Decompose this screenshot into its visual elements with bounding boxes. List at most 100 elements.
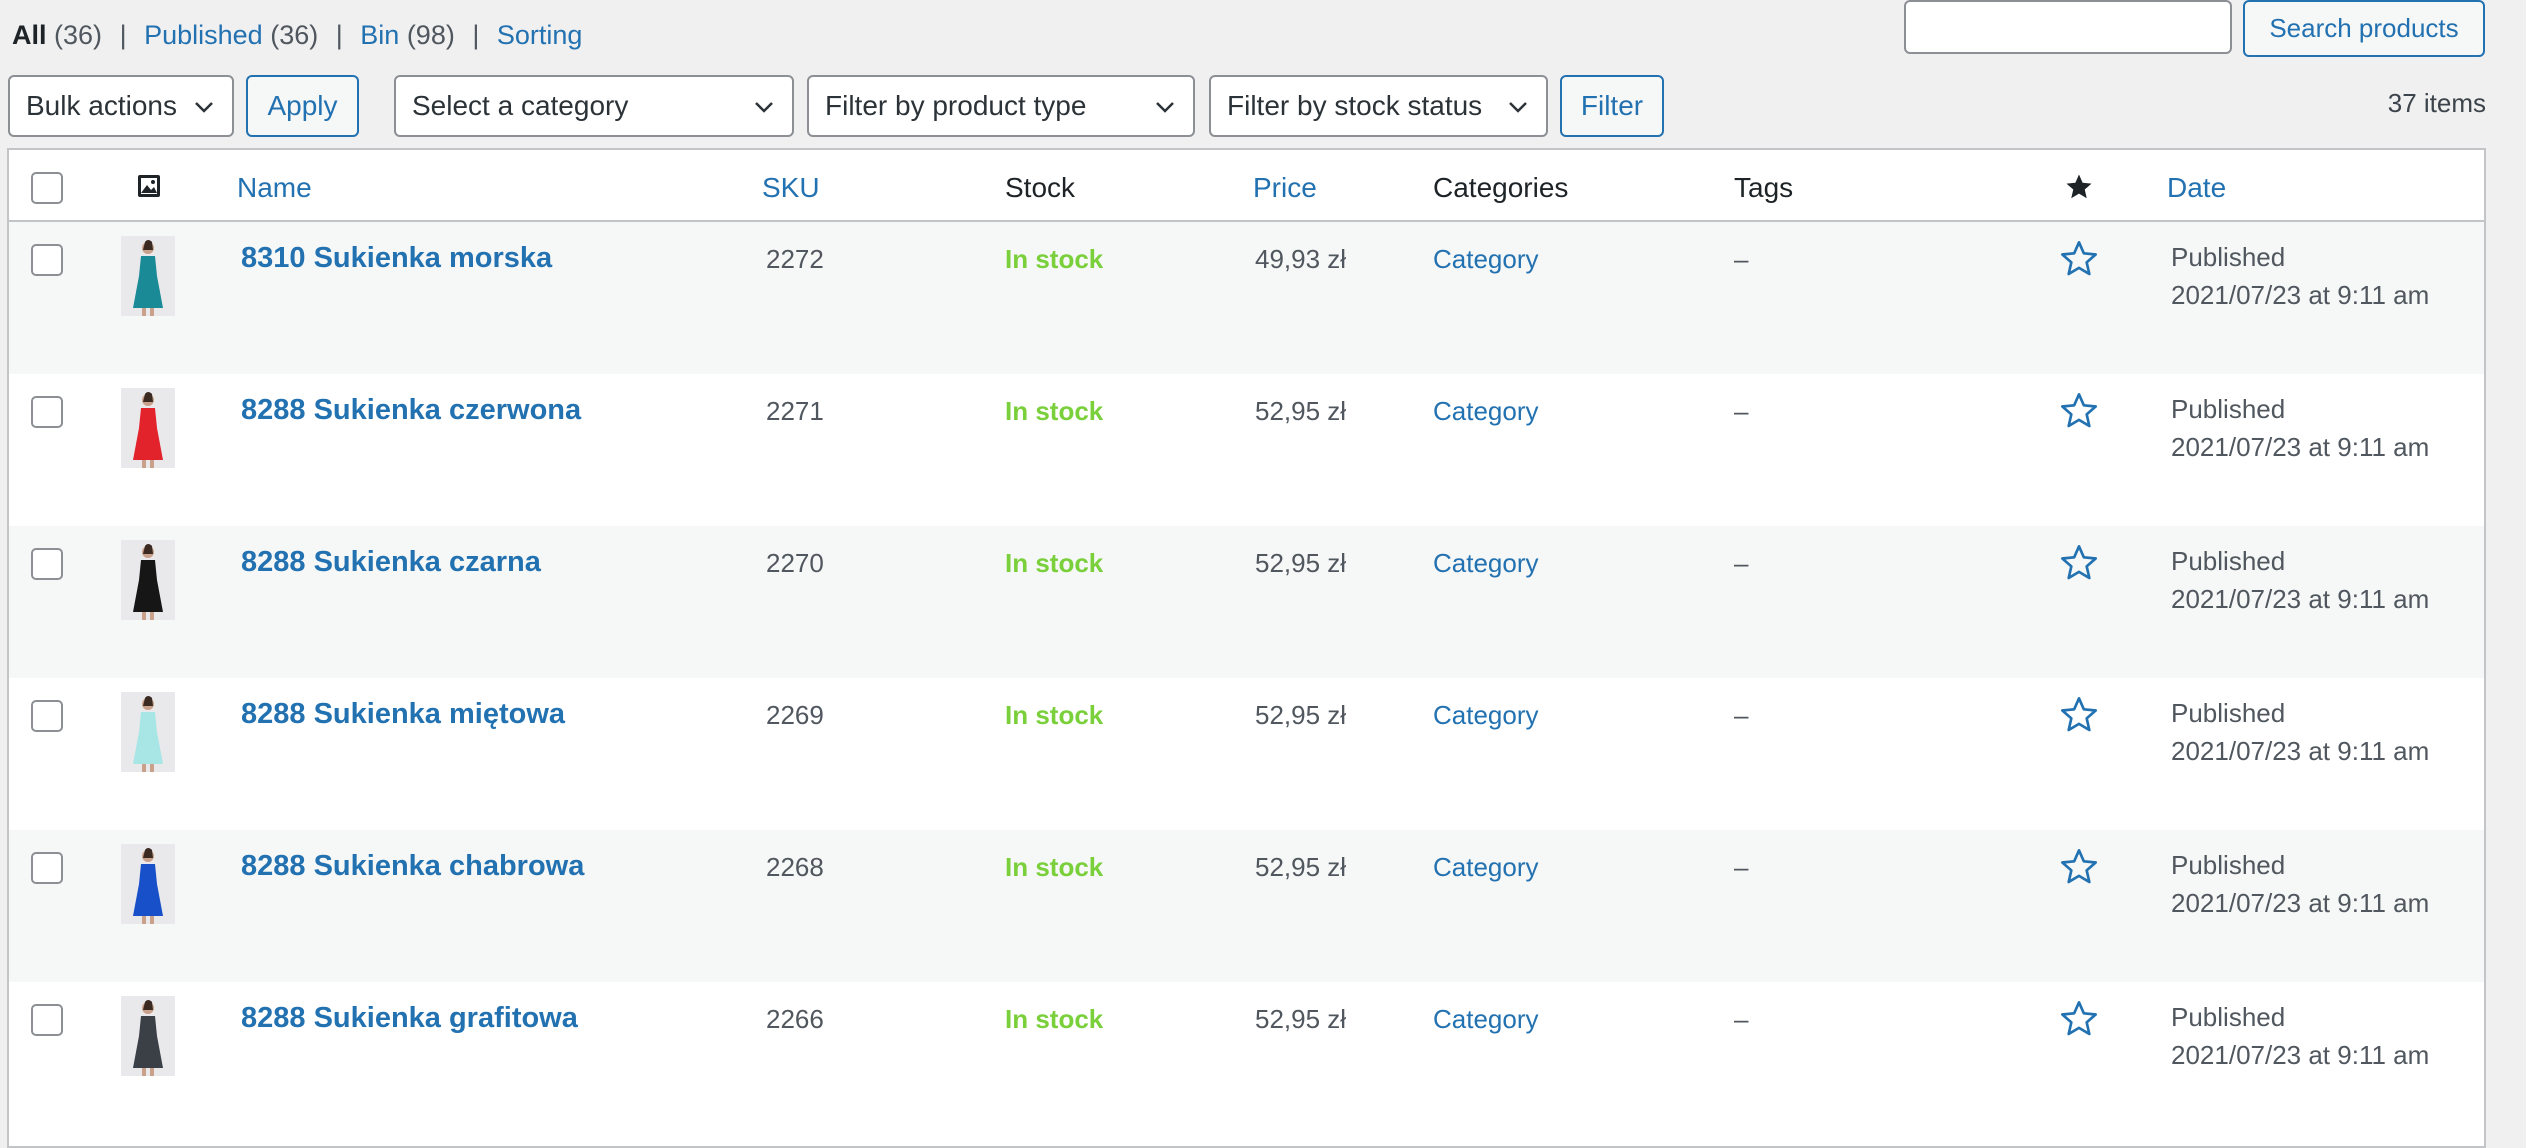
publish-date: 2021/07/23 at 9:11 am — [2171, 280, 2430, 310]
table-row: 8288 Sukienka czerwona 2271 In stock 52,… — [9, 374, 2484, 526]
category-link[interactable]: Category — [1433, 1004, 1539, 1035]
category-select[interactable]: Select a category — [394, 75, 794, 137]
product-tags: – — [1734, 852, 1749, 882]
featured-star-icon[interactable] — [2059, 999, 2099, 1039]
bulk-actions-label: Bulk actions — [26, 90, 177, 121]
product-price: 52,95 zł — [1255, 396, 1347, 426]
products-table: Name SKU Stock Price Categories Tags Dat… — [7, 148, 2486, 1148]
column-price[interactable]: Price — [1253, 172, 1317, 204]
product-name-link[interactable]: 8288 Sukienka grafitowa — [241, 1002, 578, 1035]
publish-status: Published — [2171, 1002, 2286, 1032]
product-thumbnail[interactable] — [121, 692, 175, 772]
product-price: 49,93 zł — [1255, 244, 1347, 274]
sorting-link[interactable]: Sorting — [497, 20, 583, 50]
product-thumbnail[interactable] — [121, 844, 175, 924]
product-type-select[interactable]: Filter by product type — [807, 75, 1195, 137]
product-thumbnail[interactable] — [121, 996, 175, 1076]
product-tags: – — [1734, 548, 1749, 578]
stock-status: In stock — [1005, 1004, 1104, 1034]
column-categories: Categories — [1433, 172, 1569, 203]
publish-status: Published — [2171, 546, 2286, 576]
dress-image — [121, 388, 175, 468]
product-name-link[interactable]: 8288 Sukienka miętowa — [241, 698, 565, 731]
column-sku[interactable]: SKU — [762, 172, 820, 204]
product-thumbnail[interactable] — [121, 540, 175, 620]
table-header: Name SKU Stock Price Categories Tags Dat… — [9, 150, 2484, 222]
status-filter-links: All (36) | Published (36) | Bin (98) | S… — [12, 20, 582, 51]
table-row: 8310 Sukienka morska 2272 In stock 49,93… — [9, 222, 2484, 374]
product-name-link[interactable]: 8288 Sukienka czarna — [241, 546, 541, 579]
featured-star-icon[interactable] — [2059, 695, 2099, 735]
publish-status: Published — [2171, 394, 2286, 424]
column-tags: Tags — [1734, 172, 1794, 203]
publish-date: 2021/07/23 at 9:11 am — [2171, 888, 2430, 918]
category-link[interactable]: Category — [1433, 244, 1539, 275]
category-link[interactable]: Category — [1433, 852, 1539, 883]
row-checkbox[interactable] — [31, 548, 63, 580]
product-name-link[interactable]: 8288 Sukienka czerwona — [241, 394, 581, 427]
featured-star-icon[interactable] — [2064, 172, 2094, 202]
category-select-label: Select a category — [412, 90, 629, 121]
search-input[interactable] — [1904, 0, 2232, 54]
product-name-link[interactable]: 8310 Sukienka morska — [241, 242, 552, 275]
product-sku: 2266 — [766, 1004, 824, 1034]
search-products-button[interactable]: Search products — [2243, 0, 2485, 57]
featured-star-icon[interactable] — [2059, 847, 2099, 887]
category-link[interactable]: Category — [1433, 700, 1539, 731]
row-checkbox[interactable] — [31, 1004, 63, 1036]
category-link[interactable]: Category — [1433, 396, 1539, 427]
apply-button[interactable]: Apply — [246, 75, 359, 137]
product-sku: 2271 — [766, 396, 824, 426]
product-tags: – — [1734, 1004, 1749, 1034]
publish-status: Published — [2171, 698, 2286, 728]
separator: | — [119, 20, 127, 50]
featured-star-icon[interactable] — [2059, 391, 2099, 431]
chevron-down-icon — [1509, 102, 1527, 113]
publish-date: 2021/07/23 at 9:11 am — [2171, 584, 2430, 614]
product-date: Published 2021/07/23 at 9:11 am — [2171, 998, 2429, 1074]
column-stock: Stock — [1005, 172, 1076, 203]
dress-image — [121, 236, 175, 316]
category-link[interactable]: Category — [1433, 548, 1539, 579]
featured-star-icon[interactable] — [2059, 239, 2099, 279]
product-name-link[interactable]: 8288 Sukienka chabrowa — [241, 850, 584, 883]
stock-status: In stock — [1005, 396, 1104, 426]
status-published-link[interactable]: Published — [144, 20, 263, 50]
row-checkbox[interactable] — [31, 852, 63, 884]
product-type-select-label: Filter by product type — [825, 90, 1087, 121]
item-count: 37 items — [2387, 88, 2486, 118]
stock-status: In stock — [1005, 852, 1104, 882]
publish-date: 2021/07/23 at 9:11 am — [2171, 1040, 2430, 1070]
row-checkbox[interactable] — [31, 700, 63, 732]
chevron-down-icon — [755, 102, 773, 113]
image-icon — [138, 175, 160, 197]
table-row: 8288 Sukienka chabrowa 2268 In stock 52,… — [9, 830, 2484, 982]
product-sku: 2270 — [766, 548, 824, 578]
stock-status-select-label: Filter by stock status — [1227, 90, 1483, 121]
product-sku: 2272 — [766, 244, 824, 274]
row-checkbox[interactable] — [31, 396, 63, 428]
product-date: Published 2021/07/23 at 9:11 am — [2171, 238, 2429, 314]
product-date: Published 2021/07/23 at 9:11 am — [2171, 390, 2429, 466]
product-date: Published 2021/07/23 at 9:11 am — [2171, 694, 2429, 770]
status-published-count: (36) — [270, 20, 319, 50]
status-all-link[interactable]: All — [12, 20, 47, 50]
bulk-actions-select[interactable]: Bulk actions — [8, 75, 234, 137]
row-checkbox[interactable] — [31, 244, 63, 276]
product-sku: 2268 — [766, 852, 824, 882]
featured-star-icon[interactable] — [2059, 543, 2099, 583]
product-thumbnail[interactable] — [121, 388, 175, 468]
product-price: 52,95 zł — [1255, 852, 1347, 882]
column-name[interactable]: Name — [237, 172, 312, 204]
status-bin-link[interactable]: Bin — [360, 20, 399, 50]
publish-status: Published — [2171, 242, 2286, 272]
stock-status: In stock — [1005, 244, 1104, 274]
product-thumbnail[interactable] — [121, 236, 175, 316]
dress-image — [121, 540, 175, 620]
product-price: 52,95 zł — [1255, 700, 1347, 730]
column-date[interactable]: Date — [2167, 172, 2226, 204]
select-all-checkbox[interactable] — [31, 172, 63, 204]
table-row: 8288 Sukienka grafitowa 2266 In stock 52… — [9, 982, 2484, 1134]
filter-button[interactable]: Filter — [1560, 75, 1664, 137]
stock-status-select[interactable]: Filter by stock status — [1209, 75, 1548, 137]
